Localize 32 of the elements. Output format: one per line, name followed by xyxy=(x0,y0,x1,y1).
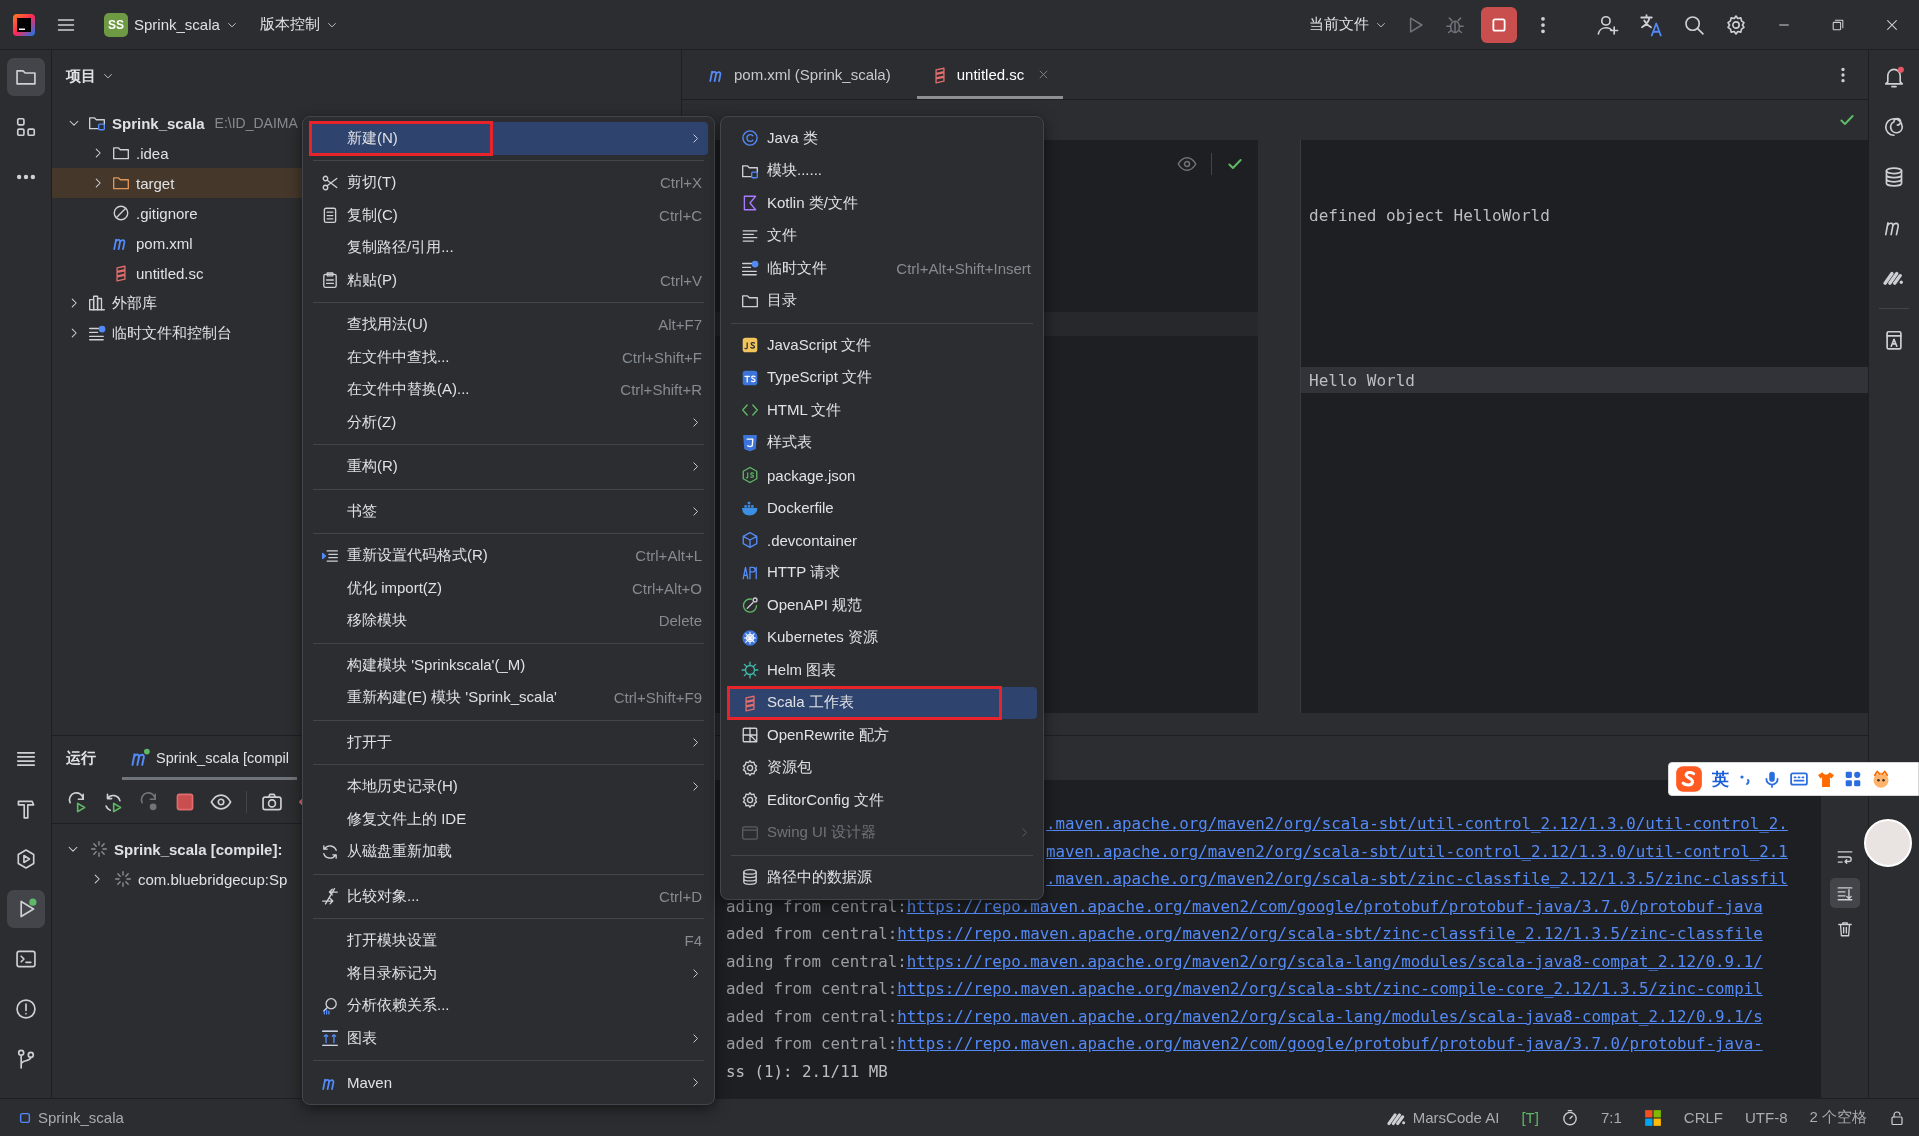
shortcut-label: Ctrl+Shift+F xyxy=(620,348,702,366)
shortcut-label: Ctrl+Shift+F9 xyxy=(612,689,702,707)
file-name: untitled.sc xyxy=(136,264,204,282)
shortcut-label: Ctrl+Alt+L xyxy=(634,547,702,565)
shortcut-label: Ctrl+Alt+O xyxy=(630,579,702,597)
file-name: 临时文件和控制台 xyxy=(112,323,232,343)
file-name: target xyxy=(136,174,175,192)
shortcut-label: Ctrl+D xyxy=(658,887,702,905)
console-text: ading from central: xyxy=(726,951,907,971)
shortcut-label: Alt+F7 xyxy=(657,316,702,334)
shortcut-label: F4 xyxy=(683,932,702,950)
console-text: ading from central: xyxy=(726,896,907,916)
file-name: Sprink_scala xyxy=(112,114,205,132)
shortcut-label: Ctrl+X xyxy=(658,174,702,192)
shortcut-label: Ctrl+C xyxy=(658,206,702,224)
output-line: defined object HelloWorld xyxy=(1308,204,1551,227)
file-name: .idea xyxy=(136,144,169,162)
shortcut-label: Delete xyxy=(657,612,702,630)
console-text: aded from central: xyxy=(726,1034,898,1054)
file-name: .gitignore xyxy=(136,204,198,222)
file-path: E:\ID_DAIMA xyxy=(214,115,298,131)
console-text: aded from central: xyxy=(726,1006,898,1026)
file-name: pom.xml xyxy=(136,234,193,252)
file-name: 外部库 xyxy=(112,293,157,313)
panel-title: 运行 xyxy=(66,747,96,768)
project-badge: SS xyxy=(104,12,128,37)
shortcut-label: Ctrl+V xyxy=(658,271,702,289)
shortcut-label: Ctrl+Shift+R xyxy=(619,381,702,399)
console-text: aded from central: xyxy=(726,924,898,944)
console-text: aded from central: xyxy=(726,979,898,999)
shortcut-label: Ctrl+Alt+Shift+Insert xyxy=(895,259,1031,277)
console-text: ss (1): 2.1/11 MB xyxy=(726,1061,888,1081)
